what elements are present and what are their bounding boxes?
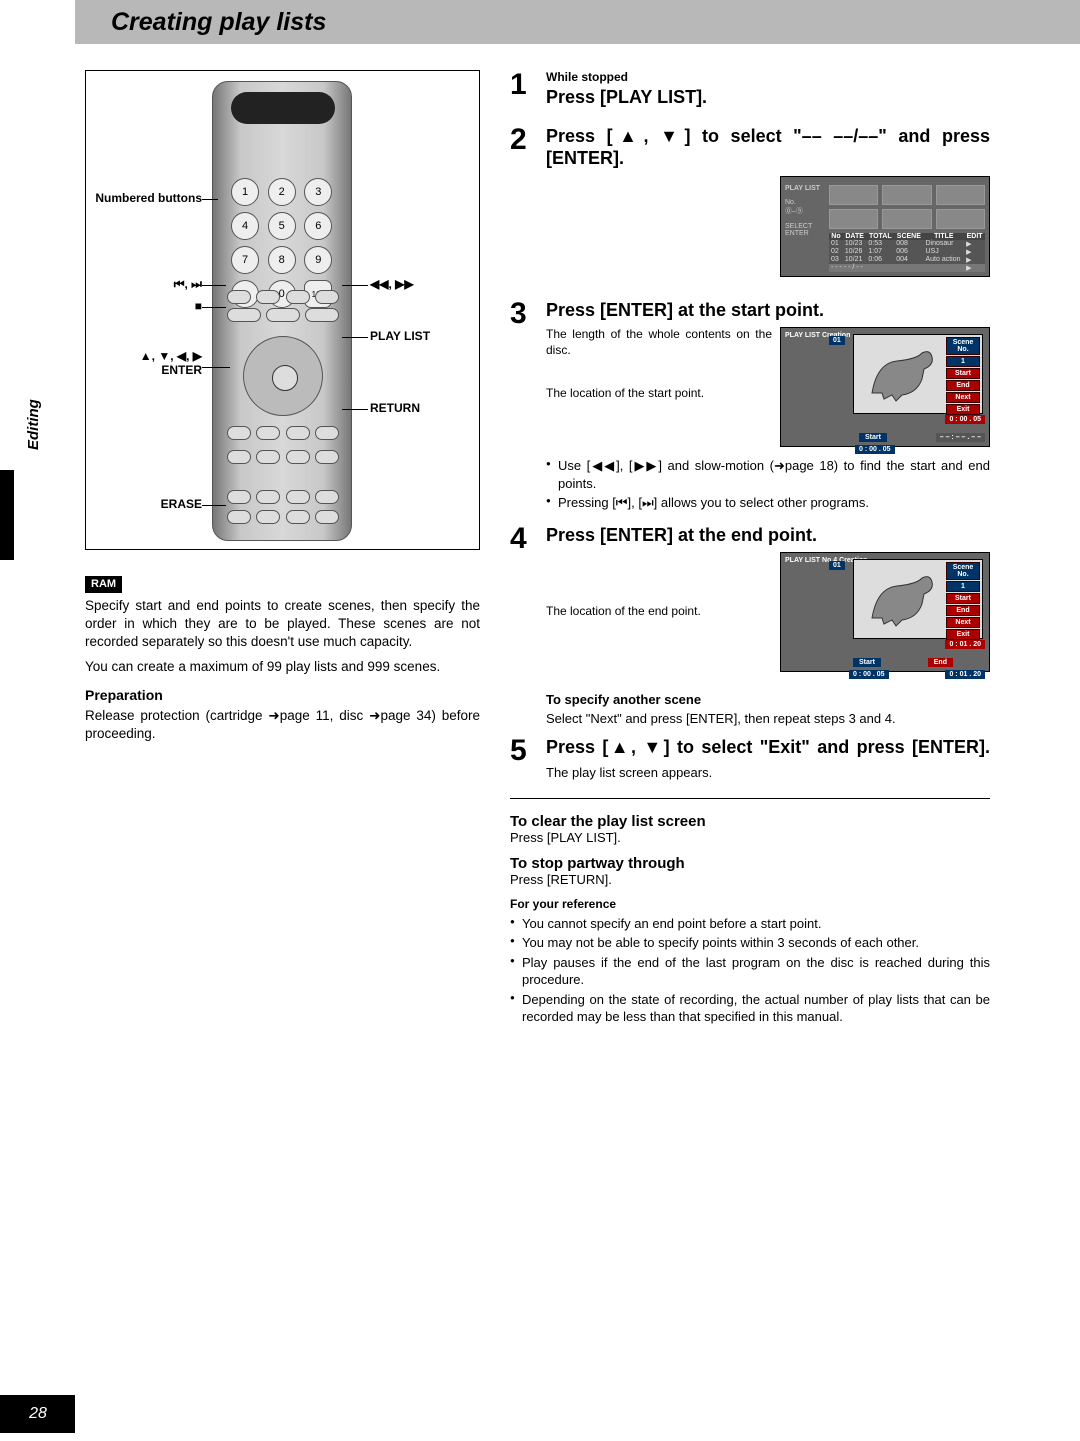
step3-b2: Pressing [⏮], [⏭] allows you to select o… xyxy=(558,494,990,512)
step4-cap: The location of the end point. xyxy=(546,604,772,620)
clear-head: To clear the play list screen xyxy=(510,813,990,830)
ref-item: You may not be able to specify points wi… xyxy=(522,934,990,952)
label-return: RETURN xyxy=(370,401,420,415)
stop-head: To stop partway through xyxy=(510,855,990,872)
step3-b1: Use [◀◀], [▶▶] and slow-motion (➜page 18… xyxy=(558,457,990,492)
left-p1: Specify start and end points to create s… xyxy=(85,597,480,652)
step-num-4: 4 xyxy=(510,524,546,727)
label-playlist: PLAY LIST xyxy=(370,329,430,343)
ref-item: You cannot specify an end point before a… xyxy=(522,915,990,933)
stop-body: Press [RETURN]. xyxy=(510,872,990,887)
step-num-3: 3 xyxy=(510,299,546,514)
step-5: 5 Press [▲, ▼] to select "Exit" and pres… xyxy=(510,736,990,780)
step-num-1: 1 xyxy=(510,70,546,115)
prep-head: Preparation xyxy=(85,686,480,705)
step-2: 2 Press [▲, ▼] to select "–– ––/––" and … xyxy=(510,125,990,289)
title-bar: Creating play lists xyxy=(75,0,1080,44)
step5-after: The play list screen appears. xyxy=(546,765,990,780)
osd-playlist: PLAY LIST No. ⓪–⑨ SELECT ENTER NoDATETOT… xyxy=(780,176,990,277)
side-bleed xyxy=(0,470,14,560)
step-3: 3 Press [ENTER] at the start point. The … xyxy=(510,299,990,514)
remote-number-buttons: 123 456 789 0100 xyxy=(231,178,335,308)
osd-creation-start: PLAY LIST Creation Scene No. 1 Start End… xyxy=(780,327,990,447)
step3-title: Press [ENTER] at the start point. xyxy=(546,299,990,322)
step1-pre: While stopped xyxy=(546,70,990,84)
label-seek: ◀◀, ▶▶ xyxy=(370,277,414,291)
dinosaur-icon xyxy=(862,568,942,628)
step-num-5: 5 xyxy=(510,736,546,780)
ref-head: For your reference xyxy=(510,897,990,911)
remote-dpad xyxy=(243,336,323,416)
ram-tag: RAM xyxy=(85,576,122,593)
step4-title: Press [ENTER] at the end point. xyxy=(546,524,990,547)
ref-list: You cannot specify an end point before a… xyxy=(510,915,990,1026)
step-num-2: 2 xyxy=(510,125,546,289)
step-1: 1 While stopped Press [PLAY LIST]. xyxy=(510,70,990,115)
remote-body: 123 456 789 0100 xyxy=(212,81,352,541)
left-body: RAM Specify start and end points to crea… xyxy=(85,574,480,743)
dinosaur-icon xyxy=(862,343,942,403)
label-numbered: Numbered buttons xyxy=(92,191,202,205)
label-erase: ERASE xyxy=(92,497,202,511)
section-tab: Editing xyxy=(25,399,42,450)
page-title: Creating play lists xyxy=(111,8,326,37)
step-4: 4 Press [ENTER] at the end point. The lo… xyxy=(510,524,990,727)
prep-body: Release protection (cartridge ➜page 11, … xyxy=(85,707,480,743)
osd-table: NoDATETOTALSCENETITLEEDIT 0110/230:53008… xyxy=(829,233,985,272)
ref-item: Play pauses if the end of the last progr… xyxy=(522,954,990,989)
left-p2: You can create a maximum of 99 play list… xyxy=(85,658,480,676)
label-arrows-enter: ▲, ▼, ◀, ▶ENTER xyxy=(92,349,202,377)
step2-title: Press [▲, ▼] to select "–– ––/––" and pr… xyxy=(546,125,990,170)
step4-bold: To specify another scene xyxy=(546,692,990,707)
step4-after: Select "Next" and press [ENTER], then re… xyxy=(546,711,990,726)
step1-title: Press [PLAY LIST]. xyxy=(546,86,990,109)
step3-cap1: The length of the whole contents on the … xyxy=(546,327,772,358)
ref-item: Depending on the state of recording, the… xyxy=(522,991,990,1026)
clear-body: Press [PLAY LIST]. xyxy=(510,830,990,845)
separator xyxy=(510,798,990,799)
step3-cap2: The location of the start point. xyxy=(546,386,772,402)
page-number: 28 xyxy=(18,1401,58,1427)
label-skip: ⏮, ⏭ xyxy=(92,277,202,292)
label-stop: ■ xyxy=(92,299,202,313)
osd-creation-end: PLAY LIST No.4 Creation Scene No. 1 Star… xyxy=(780,552,990,672)
remote-diagram: 123 456 789 0100 xyxy=(85,70,480,550)
step5-title: Press [▲, ▼] to select "Exit" and press … xyxy=(546,736,990,759)
